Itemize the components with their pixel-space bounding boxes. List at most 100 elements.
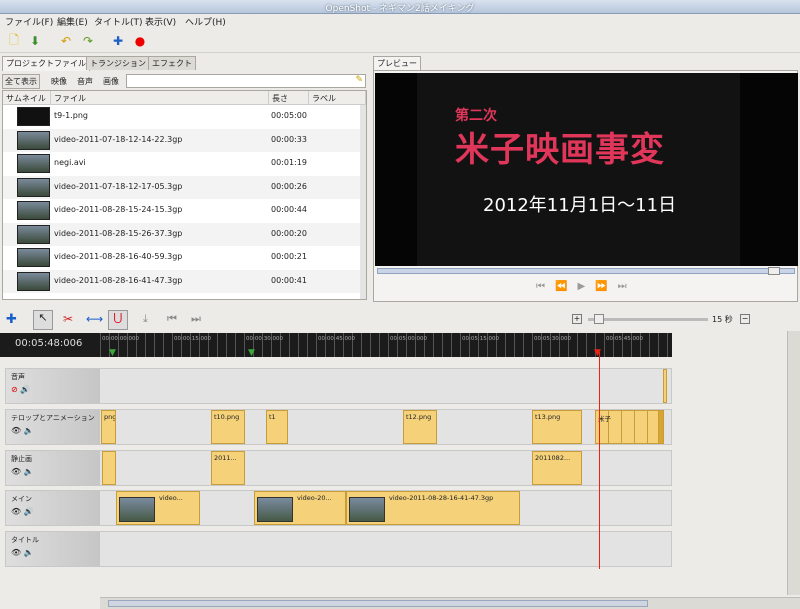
column-label[interactable]: ラベル — [309, 91, 366, 105]
menu-help[interactable]: ヘルプ(H) — [185, 15, 226, 28]
timeline-clip[interactable] — [102, 451, 116, 485]
track-name: メイン — [11, 495, 32, 503]
filter-image-button[interactable]: 画像 — [100, 74, 122, 89]
column-file[interactable]: ファイル — [51, 91, 269, 105]
new-project-icon[interactable]: 🗋 — [6, 33, 22, 49]
clip-thumbnail — [349, 497, 385, 522]
audio-clip[interactable] — [663, 369, 667, 403]
speaker-muted-icon[interactable]: 🔈 — [24, 426, 34, 435]
menu-file[interactable]: ファイル(F) — [5, 15, 53, 28]
file-thumbnail — [17, 130, 50, 150]
menu-edit[interactable]: 編集(E) — [57, 15, 88, 28]
file-row[interactable]: video-2011-07-18-12-17-05.3gp 00:00:26 — [3, 175, 366, 199]
tab-effects[interactable]: エフェクト — [148, 56, 196, 70]
track-title[interactable]: タイトル 👁 🔈 — [5, 531, 672, 567]
timeline-clip[interactable]: t12.png — [403, 410, 437, 444]
timeline-clip[interactable]: 2011082... — [532, 451, 582, 485]
preview-panel: 第二次 米子映画事変 2012年11月1日～11日 ⏮⏪▶⏩⏭ — [373, 70, 798, 302]
zoom-slider-handle[interactable] — [594, 314, 604, 324]
timeline-hscroll[interactable] — [100, 597, 800, 609]
timeline-clip[interactable]: t10.png — [211, 410, 245, 444]
tick-label: 00:05:45:000 — [606, 336, 644, 342]
speaker-icon[interactable]: 🔊 — [20, 385, 30, 394]
mute-icon[interactable]: ⊘ — [11, 385, 18, 394]
add-track-icon[interactable]: ✚ — [6, 312, 17, 327]
column-length[interactable]: 長さ — [269, 91, 309, 105]
add-marker-icon[interactable]: ⤓ — [143, 312, 148, 326]
tick-label: 00:05:30:000 — [534, 336, 572, 342]
file-row[interactable]: video-2011-08-28-16-40-59.3gp 00:00:21 — [3, 246, 366, 270]
hscroll-thumb[interactable] — [108, 600, 648, 607]
project-file-list: サムネイル ファイル 長さ ラベル t9-1.png 00:05:00 video… — [2, 90, 367, 300]
record-icon[interactable]: ● — [132, 33, 148, 49]
menu-title[interactable]: タイトル(T) — [94, 15, 143, 28]
import-files-icon[interactable]: ✚ — [110, 33, 126, 49]
select-tool-icon[interactable]: ↖ — [33, 310, 53, 330]
menu-view[interactable]: 表示(V) — [145, 15, 176, 28]
jump-start-icon[interactable]: ⏮ — [536, 281, 555, 292]
file-thumbnail — [17, 201, 50, 220]
previous-marker-icon[interactable]: ⏮ — [167, 312, 177, 326]
fast-forward-icon[interactable]: ⏩ — [595, 281, 617, 292]
file-row[interactable]: video-2011-07-18-12-14-22.3gp 00:00:33 — [3, 128, 366, 152]
snap-magnet-icon[interactable]: ⋃ — [108, 310, 128, 330]
zoom-slider[interactable] — [588, 314, 708, 324]
visible-eye-icon[interactable]: 👁 — [11, 507, 21, 516]
file-row[interactable]: negi.avi 00:01:19 — [3, 152, 366, 176]
razor-tool-icon[interactable]: ✂ — [63, 312, 73, 326]
timeline-clip[interactable] — [658, 410, 664, 444]
marker-icon[interactable]: ▼ — [109, 348, 116, 358]
redo-icon[interactable]: ↷ — [80, 33, 96, 49]
column-thumbnail[interactable]: サムネイル — [3, 91, 51, 105]
timeline-clip[interactable]: 2011... — [211, 451, 245, 485]
track-telop[interactable]: テロップとアニメーション 👁 🔈 png t10.png t1 t12.png t… — [5, 409, 672, 445]
timeline-clip[interactable]: t1 — [266, 410, 288, 444]
next-marker-icon[interactable]: ⏭ — [191, 312, 201, 326]
undo-icon[interactable]: ↶ — [58, 33, 74, 49]
track-header: テロップとアニメーション 👁 🔈 — [6, 410, 100, 444]
speaker-muted-icon[interactable]: 🔈 — [24, 467, 34, 476]
marker-icon[interactable]: ▼ — [248, 348, 255, 358]
file-row[interactable]: t9-1.png 00:05:00 — [3, 105, 366, 129]
file-name: negi.avi — [54, 158, 86, 167]
filter-audio-button[interactable]: 音声 — [74, 74, 96, 89]
filter-search-input[interactable]: ✎ — [126, 74, 366, 88]
filter-video-button[interactable]: 映像 — [48, 74, 70, 89]
timeline-clip[interactable]: video-20... — [254, 491, 346, 525]
file-row[interactable]: video-2011-08-28-15-26-37.3gp 00:00:20 — [3, 222, 366, 246]
tab-transitions[interactable]: トランジション — [86, 56, 150, 70]
visible-eye-icon[interactable]: 👁 — [11, 548, 21, 557]
file-row[interactable]: video-2011-08-28-16-41-47.3gp 00:00:41 — [3, 269, 366, 293]
visible-eye-icon[interactable]: 👁 — [11, 426, 21, 435]
rewind-icon[interactable]: ⏪ — [555, 281, 577, 292]
tab-preview[interactable]: プレビュー — [373, 56, 421, 71]
track-still[interactable]: 静止画 👁 🔈 2011... 2011082... — [5, 450, 672, 486]
save-project-icon[interactable]: ⬇ — [27, 33, 43, 49]
track-main[interactable]: メイン 👁 🔊 video... video-20... video-2011-0… — [5, 490, 672, 526]
seek-handle[interactable] — [768, 267, 780, 275]
timeline-ruler[interactable]: 00:05:48:006 00:00:00:000 00:00:15:000 0… — [0, 333, 672, 358]
resize-tool-icon[interactable]: ⟷ — [86, 312, 103, 326]
file-row[interactable]: video-2011-08-28-15-24-15.3gp 00:00:44 — [3, 199, 366, 223]
zoom-in-icon[interactable]: + — [572, 314, 582, 324]
play-icon[interactable]: ▶ — [577, 281, 595, 292]
timeline-clip[interactable]: video... — [116, 491, 200, 525]
visible-eye-icon[interactable]: 👁 — [11, 467, 21, 476]
timeline-clip[interactable]: video-2011-08-28-16-41-47.3gp — [346, 491, 520, 525]
preview-seek-bar[interactable] — [377, 267, 795, 275]
clear-search-icon[interactable]: ✎ — [355, 75, 363, 85]
filter-all-button[interactable]: 全て表示 — [2, 74, 40, 89]
playhead-line[interactable] — [599, 352, 600, 569]
jump-end-icon[interactable]: ⏭ — [618, 281, 637, 292]
tab-project-files[interactable]: プロジェクトファイル — [2, 56, 90, 71]
track-header: タイトル 👁 🔈 — [6, 532, 100, 566]
speaker-icon[interactable]: 🔊 — [24, 507, 34, 516]
timeline-vscroll[interactable] — [787, 331, 800, 595]
speaker-muted-icon[interactable]: 🔈 — [24, 548, 34, 557]
file-list-scrollbar[interactable] — [360, 105, 366, 299]
zoom-out-icon[interactable]: − — [740, 314, 750, 324]
timeline-clip[interactable]: t13.png — [532, 410, 582, 444]
track-audio[interactable]: 音声 ⊘ 🔊 — [5, 368, 672, 404]
timeline-clip[interactable]: png — [101, 410, 116, 444]
timeline-clip[interactable]: 米子 — [595, 410, 663, 444]
